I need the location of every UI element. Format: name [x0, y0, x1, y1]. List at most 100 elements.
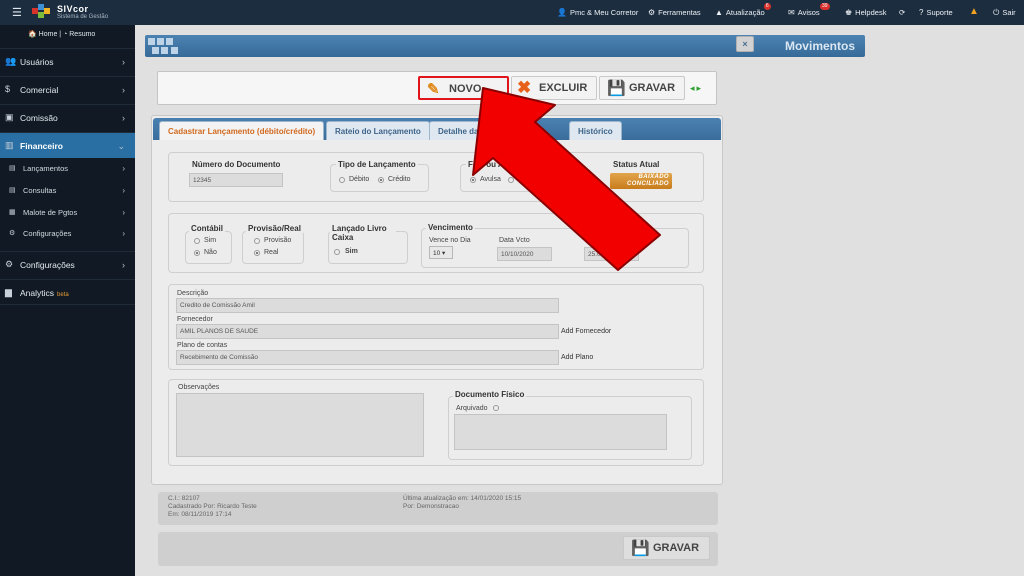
- sidebar-item-comercial[interactable]: $ Comercial ›: [0, 76, 135, 102]
- bottom-gravar-button[interactable]: 💾 GRAVAR: [623, 536, 710, 560]
- gear-icon: ⚙: [9, 230, 16, 237]
- add-plano-link[interactable]: Add Plano: [561, 354, 593, 361]
- sidebar-item-usuarios[interactable]: 👥 Usuários ›: [0, 48, 135, 74]
- fixa-avulsa-radio[interactable]: [470, 177, 476, 183]
- sidebar-subitem-lancamentos[interactable]: ▤ Lançamentos ›: [0, 158, 135, 179]
- numero-label: Número do Documento: [190, 160, 283, 169]
- doc-fisico-label: Documento Físico: [453, 390, 527, 399]
- chat-icon: ✉: [788, 8, 795, 17]
- gravar-button[interactable]: 💾 GRAVAR: [599, 76, 685, 100]
- sidebar-item-financeiro[interactable]: ▥ Financeiro ⌄: [0, 132, 135, 158]
- money-icon: ▣: [5, 112, 14, 122]
- contabil-sim-radio[interactable]: [194, 238, 200, 244]
- sidebar-subitem-consultas[interactable]: ▤ Consultas ›: [0, 180, 135, 201]
- vence-label: Vence no Dia: [429, 237, 471, 244]
- novo-button[interactable]: ✎ NOVO: [418, 76, 509, 100]
- fornecedor-input[interactable]: AMIL PLANOS DE SAUDE: [176, 324, 559, 339]
- data-vcto-input[interactable]: 10/10/2020: [497, 247, 552, 261]
- pencil-icon: ✎: [427, 81, 440, 98]
- tipo-label: Tipo de Lançamento: [336, 160, 418, 169]
- topnav-sair[interactable]: ⏻ Sair: [993, 8, 1016, 18]
- record-footer: C.I.: 82107 Cadastrado Por: Ricardo Test…: [158, 492, 718, 525]
- power-icon: ⏻: [993, 8, 1000, 17]
- add-fornecedor-link[interactable]: Add Fornecedor: [561, 328, 611, 335]
- data-vcto-label: Data Vcto: [499, 237, 530, 244]
- valor-input[interactable]: 25.0: [584, 247, 639, 261]
- sidebar: 🏠 Home | ◔ Resumo 👥 Usuários › $ Comercial ›…: [0, 25, 135, 576]
- beta-tag: beta: [57, 292, 69, 298]
- alert-icon[interactable]: ▲: [969, 6, 979, 17]
- contabil-label: Contábil: [189, 224, 225, 233]
- fixa-label: Fixa ou Avulsa: [466, 160, 526, 169]
- main-content: Movimentos × ✎ NOVO ✖ EXCLUIR 💾 GRAVAR ◂▸ C…: [135, 25, 1024, 576]
- gears-icon: ⚙: [648, 8, 656, 17]
- topnav-helpdesk[interactable]: ♚ Helpdesk: [845, 8, 886, 17]
- chart-icon: ▆: [5, 287, 12, 297]
- sidebar-item-comissao[interactable]: ▣ Comissão ›: [0, 104, 135, 130]
- users-icon: 👥: [5, 56, 17, 66]
- tipo-credito-radio[interactable]: [378, 177, 384, 183]
- chevron-right-icon: ›: [122, 229, 125, 238]
- chevron-right-icon: ›: [122, 208, 125, 217]
- real-radio[interactable]: [254, 250, 260, 256]
- fornecedor-label: Fornecedor: [177, 316, 213, 323]
- tipo-debito-radio[interactable]: [339, 177, 345, 183]
- grid-icon: ▦: [9, 209, 16, 216]
- save-icon: 💾: [631, 540, 650, 557]
- menu-icon[interactable]: ☰: [12, 6, 22, 19]
- sidebar-subitem-configuracoes[interactable]: ⚙ Configurações ›: [0, 223, 135, 244]
- close-button[interactable]: ×: [736, 36, 754, 52]
- provisao-option-label: Provisão: [264, 237, 292, 244]
- descricao-label: Descrição: [177, 290, 209, 297]
- atualizacao-badge: 6: [763, 3, 771, 10]
- home-link[interactable]: 🏠 Home | ◔ Resumo: [28, 30, 95, 38]
- tipo-debito-label: Débito: [349, 176, 370, 183]
- topnav-atualizacao[interactable]: ▲ Atualização 6: [715, 3, 771, 17]
- plano-input[interactable]: Recebimento de Comissão: [176, 350, 559, 365]
- refresh-icon[interactable]: ⟳: [899, 8, 905, 17]
- sivcor-logo: [32, 4, 54, 20]
- excluir-button[interactable]: ✖ EXCLUIR: [511, 76, 597, 100]
- observacoes-label: Observações: [178, 384, 220, 391]
- chevron-right-icon: ›: [122, 260, 125, 270]
- brand-subtitle: Sistema de Gestão: [57, 14, 109, 20]
- tab-cadastrar[interactable]: Cadastrar Lançamento (débito/crédito): [159, 121, 325, 140]
- sidebar-item-configuracoes[interactable]: ⚙ Configurações ›: [0, 251, 135, 277]
- tab-detalhe[interactable]: Detalhe da ba: [429, 121, 524, 140]
- form-panel: Cadastrar Lançamento (débito/crédito) Ra…: [151, 115, 723, 485]
- status-label: Status Atual: [611, 160, 662, 169]
- livro-sim-radio[interactable]: [334, 249, 340, 255]
- user-icon: 👤: [557, 8, 567, 17]
- topnav-avisos[interactable]: ✉ Avisos 39: [788, 3, 830, 17]
- vencimento-fieldset: [421, 228, 689, 268]
- tipo-credito-label: Crédito: [388, 176, 411, 183]
- x-icon: ✖: [517, 78, 532, 97]
- topnav-user[interactable]: 👤 Pmc & Meu Corretor: [557, 8, 638, 17]
- sidebar-subitem-malote[interactable]: ▦ Malote de Pgtos ›: [0, 202, 135, 223]
- doc-fisico-textarea[interactable]: [454, 414, 667, 450]
- arquivado-checkbox[interactable]: [493, 405, 499, 411]
- vence-select[interactable]: 10 ▾: [429, 246, 453, 259]
- tab-historico[interactable]: Histórico: [569, 121, 622, 140]
- tab-strip: Cadastrar Lançamento (débito/crédito) Ra…: [153, 118, 721, 140]
- sidebar-item-analytics[interactable]: ▆ Analytics beta: [0, 279, 135, 305]
- title-bar: Movimentos: [145, 35, 865, 57]
- plano-label: Plano de contas: [177, 342, 228, 349]
- topnav-ferramentas[interactable]: ⚙ Ferramentas: [648, 8, 701, 17]
- tab-rateio[interactable]: Rateio do Lançamento: [326, 121, 430, 140]
- footer-created-info: C.I.: 82107 Cadastrado Por: Ricardo Test…: [168, 495, 257, 518]
- nav-arrows-icon[interactable]: ◂▸: [690, 83, 703, 94]
- chevron-right-icon: ›: [122, 113, 125, 123]
- save-icon: 💾: [607, 80, 626, 97]
- descricao-input[interactable]: Credito de Comissão Amil: [176, 298, 559, 313]
- vencimento-label: Vencimento: [426, 223, 475, 232]
- top-bar: ☰ SIVcor Sistema de Gestão 👤 Pmc & Meu Co…: [0, 0, 1024, 25]
- provisao-radio[interactable]: [254, 238, 260, 244]
- topnav-suporte[interactable]: ? Suporte: [919, 8, 953, 17]
- contabil-nao-radio[interactable]: [194, 250, 200, 256]
- dollar-icon: $: [5, 84, 11, 94]
- observacoes-textarea[interactable]: [176, 393, 424, 457]
- fixa-fixa-radio[interactable]: [508, 177, 514, 183]
- fixa-fixa-label: Fi: [518, 176, 524, 183]
- numero-input[interactable]: 12345: [189, 173, 283, 187]
